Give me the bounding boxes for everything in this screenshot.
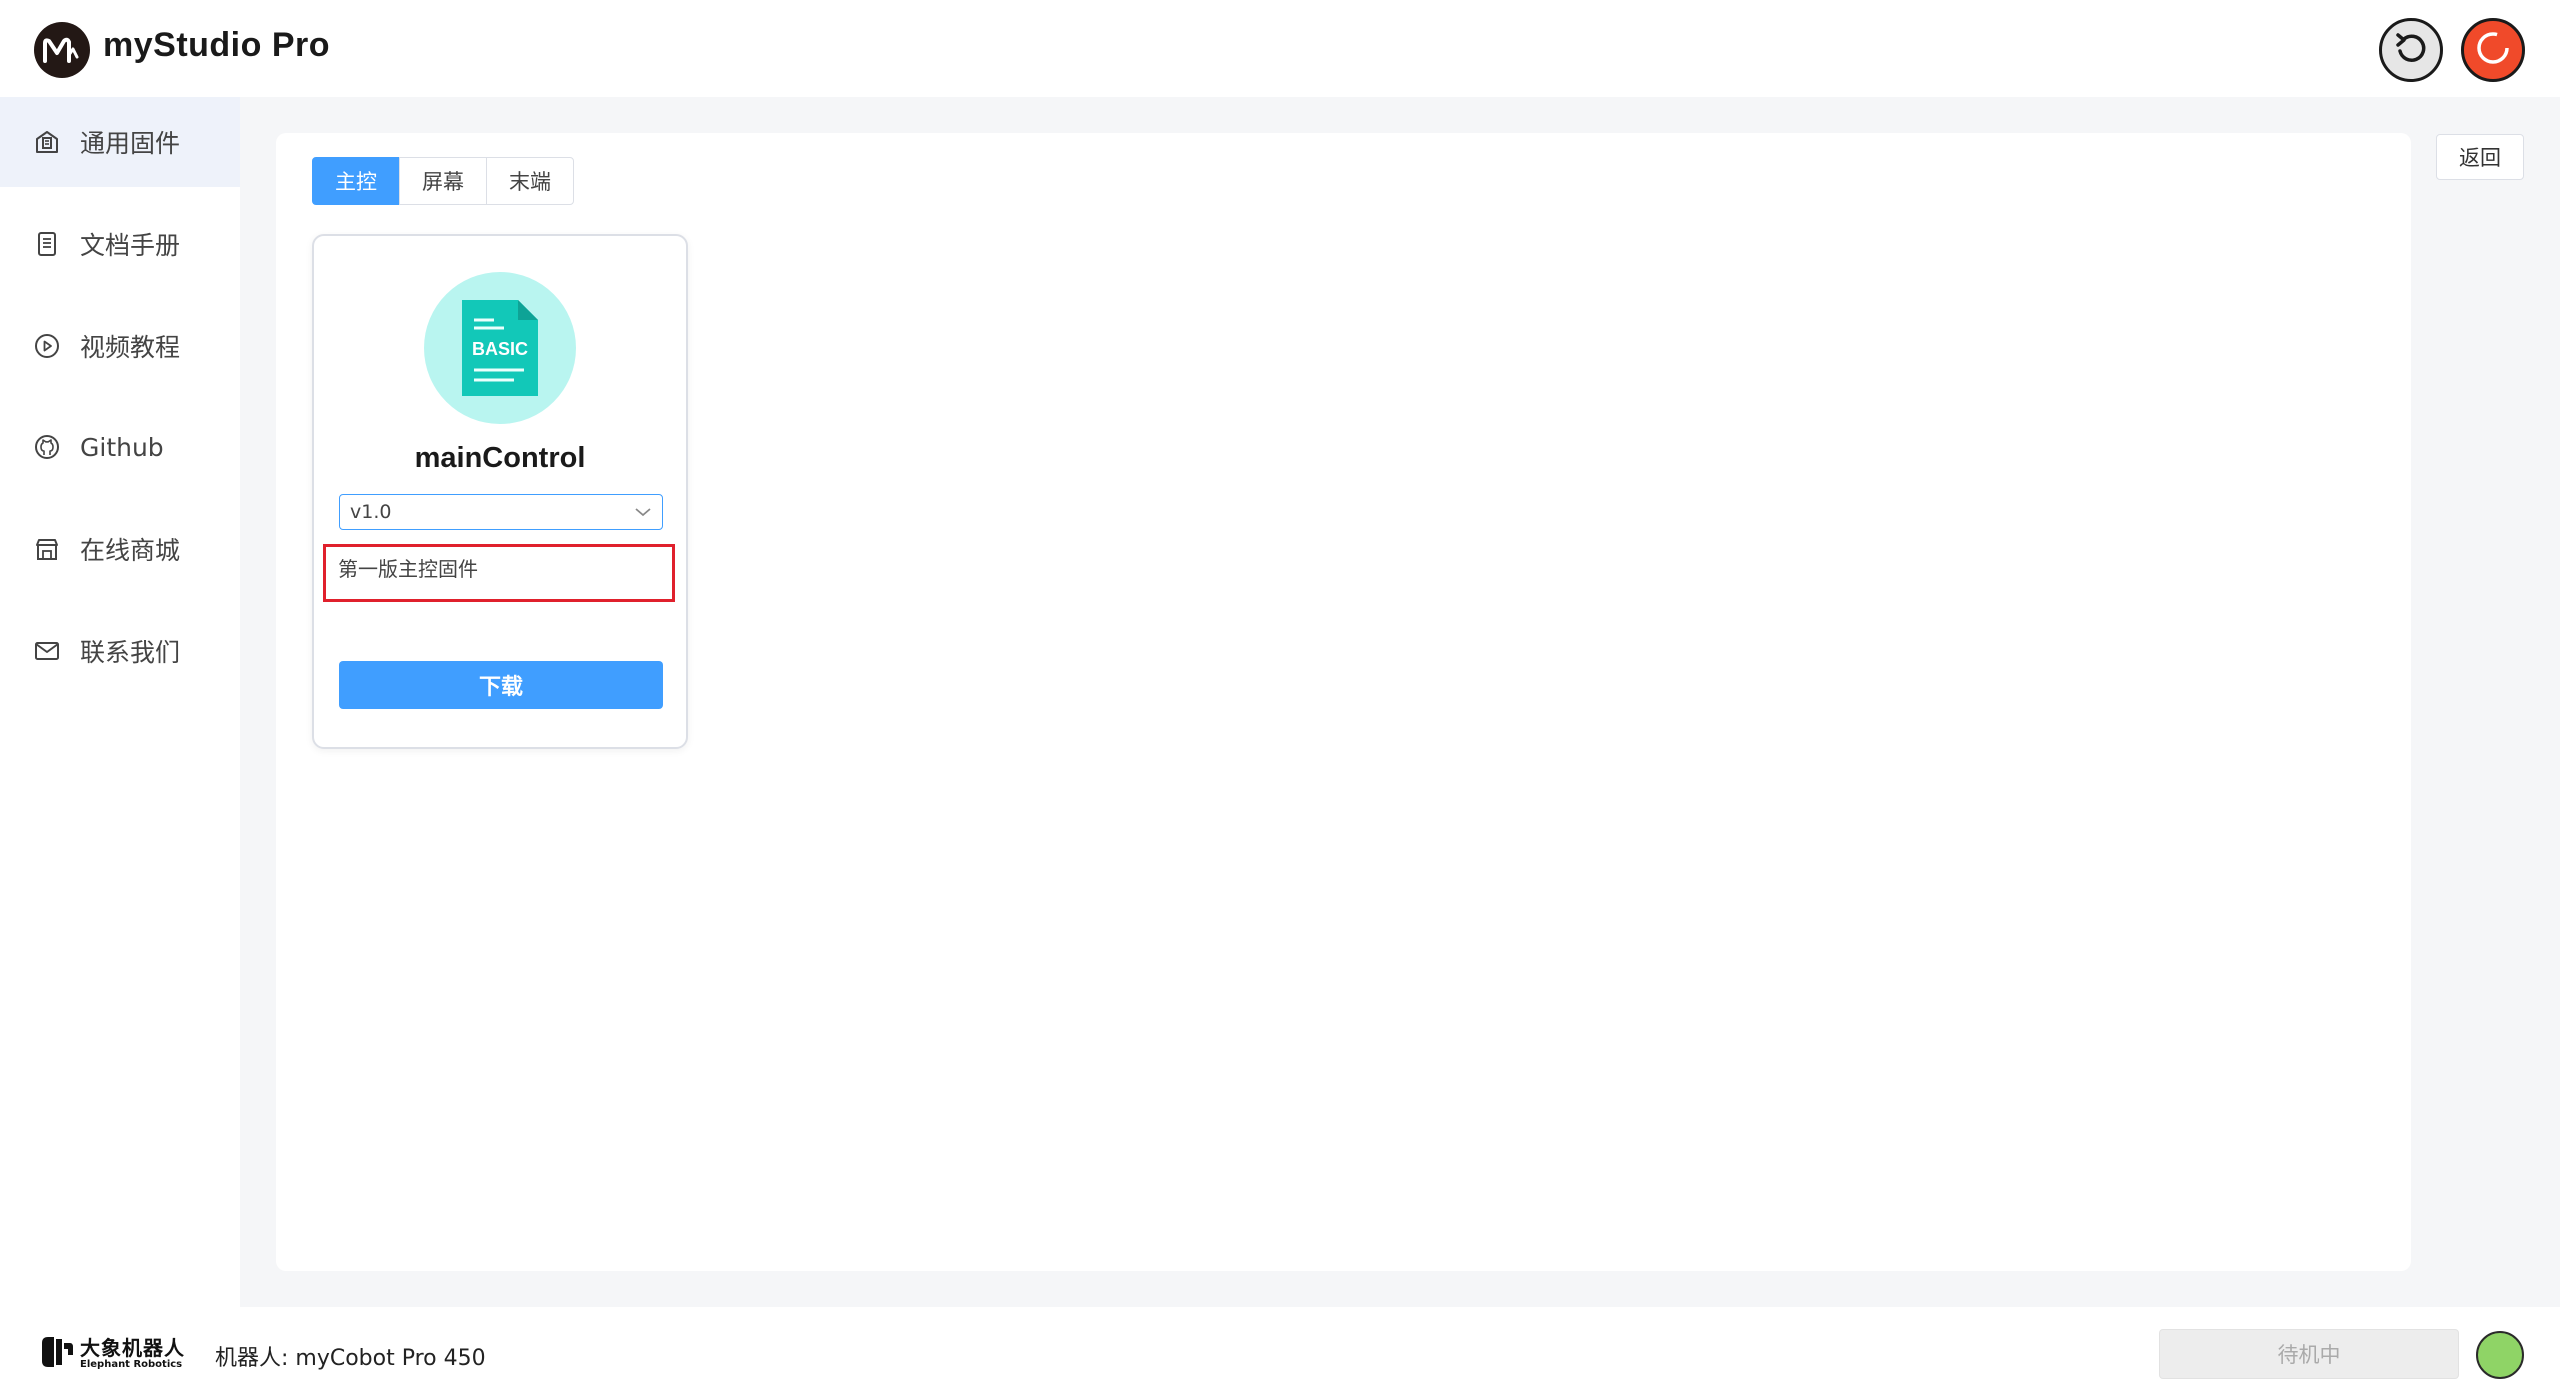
sidebar-item-github[interactable]: Github <box>0 402 240 492</box>
document-icon <box>32 229 62 259</box>
chevron-down-icon <box>634 501 652 523</box>
sidebar-item-label: 在线商城 <box>80 536 181 565</box>
brand-name-en: Elephant Robotics <box>80 1359 183 1370</box>
status-bar: 大象机器人 Elephant Robotics 机器人: myCobot Pro… <box>0 1307 2560 1398</box>
firmware-card: BASIC mainControl v1.0 第一版主控固件 下载 <box>312 234 688 749</box>
power-button[interactable] <box>2461 18 2525 82</box>
undo-icon <box>2392 29 2430 71</box>
status-indicator <box>2476 1331 2524 1379</box>
brand-logo: 大象机器人 Elephant Robotics <box>40 1335 185 1373</box>
firmware-icon <box>32 127 62 157</box>
firmware-tabs: 主控 屏幕 末端 <box>312 157 574 205</box>
tab-main-control[interactable]: 主控 <box>312 157 400 205</box>
sidebar-item-label: 联系我们 <box>80 638 181 667</box>
tab-screen[interactable]: 屏幕 <box>399 157 487 205</box>
robot-info: 机器人: myCobot Pro 450 <box>215 1346 486 1371</box>
play-icon <box>32 331 62 361</box>
back-button[interactable]: 返回 <box>2436 134 2524 180</box>
sidebar: 通用固件 文档手册 视频教程 Github 在线商城 联系我们 <box>0 97 240 1307</box>
elephant-robotics-logo-icon <box>40 1335 74 1373</box>
sidebar-item-label: 通用固件 <box>80 129 181 158</box>
app-title: myStudio Pro <box>103 26 331 64</box>
store-icon <box>32 534 62 564</box>
download-button[interactable]: 下载 <box>339 661 663 709</box>
power-icon <box>2473 28 2513 72</box>
sidebar-item-label: 文档手册 <box>80 231 181 260</box>
sidebar-item-docs[interactable]: 文档手册 <box>0 199 240 289</box>
sidebar-item-videos[interactable]: 视频教程 <box>0 301 240 391</box>
sidebar-item-label: 视频教程 <box>80 333 181 362</box>
sidebar-item-firmware[interactable]: 通用固件 <box>0 97 240 187</box>
app-header: myStudio Pro <box>0 0 2560 97</box>
basic-icon-text: BASIC <box>472 339 528 359</box>
tab-end-effector[interactable]: 末端 <box>486 157 574 205</box>
firmware-description: 第一版主控固件 <box>323 544 675 602</box>
sidebar-item-store[interactable]: 在线商城 <box>0 504 240 594</box>
undo-button[interactable] <box>2379 18 2443 82</box>
mystudio-logo-icon <box>34 22 90 78</box>
sidebar-item-label: Github <box>80 432 164 462</box>
version-select[interactable]: v1.0 <box>339 494 663 530</box>
firmware-title: mainControl <box>414 442 586 474</box>
mail-icon <box>32 636 62 666</box>
brand-name-cn: 大象机器人 <box>80 1336 185 1360</box>
robot-status: 待机中 <box>2159 1329 2459 1379</box>
basic-file-icon: BASIC <box>424 272 576 424</box>
version-value: v1.0 <box>350 501 392 523</box>
sidebar-item-contact[interactable]: 联系我们 <box>0 606 240 696</box>
github-icon <box>32 432 62 462</box>
